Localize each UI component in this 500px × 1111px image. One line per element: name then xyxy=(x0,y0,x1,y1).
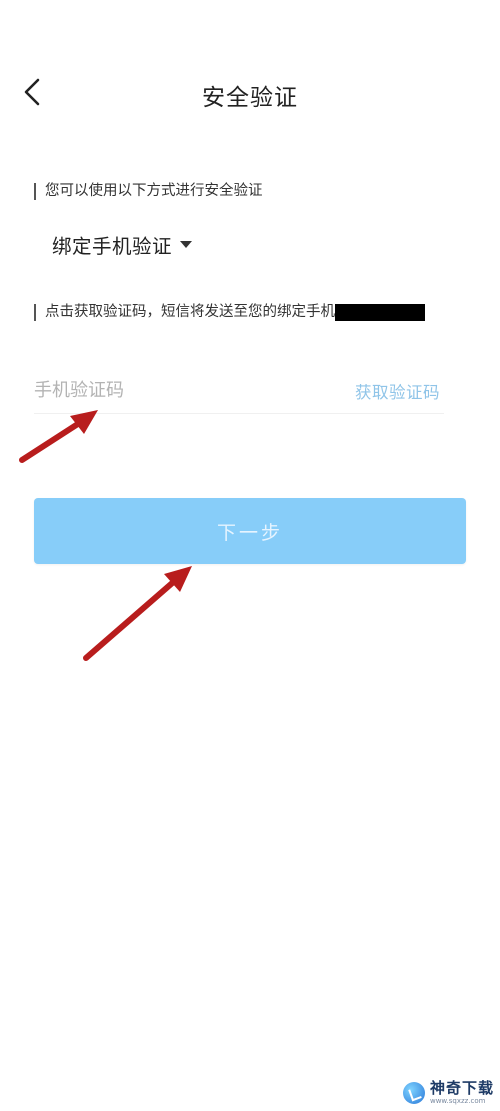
redacted-phone-number xyxy=(335,304,425,321)
sms-hint-text: 点击获取验证码，短信将发送至您的绑定手机 xyxy=(45,304,335,320)
watermark-name: 神奇下载 xyxy=(429,1079,494,1097)
arrow-to-code-input-icon xyxy=(19,410,98,463)
page-title: 安全验证 xyxy=(202,85,298,111)
watermark-text: 神奇下载 www.sqxzz.com xyxy=(430,1081,494,1105)
arrow-to-next-button-icon xyxy=(83,566,192,661)
verify-method-hint: 您可以使用以下方式进行安全验证 xyxy=(34,183,263,200)
sms-code-input[interactable] xyxy=(34,370,334,410)
sms-code-row: 获取验证码 xyxy=(34,370,444,414)
verify-method-value: 绑定手机验证 xyxy=(52,234,173,258)
verify-method-hint-text: 您可以使用以下方式进行安全验证 xyxy=(45,183,263,199)
input-underline xyxy=(34,413,444,414)
caret-down-icon xyxy=(180,240,193,248)
site-logo-icon xyxy=(402,1082,425,1104)
get-code-button[interactable]: 获取验证码 xyxy=(355,379,440,403)
site-watermark: 神奇下载 www.sqxzz.com xyxy=(402,1081,494,1105)
watermark-url: www.sqxzz.com xyxy=(429,1097,486,1105)
verify-method-dropdown[interactable]: 绑定手机验证 xyxy=(52,228,193,260)
security-verification-screen: 安全验证 您可以使用以下方式进行安全验证 绑定手机验证 点击获取验证码，短信将发… xyxy=(0,0,500,1111)
sms-hint: 点击获取验证码，短信将发送至您的绑定手机 xyxy=(34,304,425,321)
header-bar: 安全验证 xyxy=(0,60,500,126)
next-step-button[interactable]: 下一步 xyxy=(34,498,466,564)
next-step-label: 下一步 xyxy=(216,521,283,544)
